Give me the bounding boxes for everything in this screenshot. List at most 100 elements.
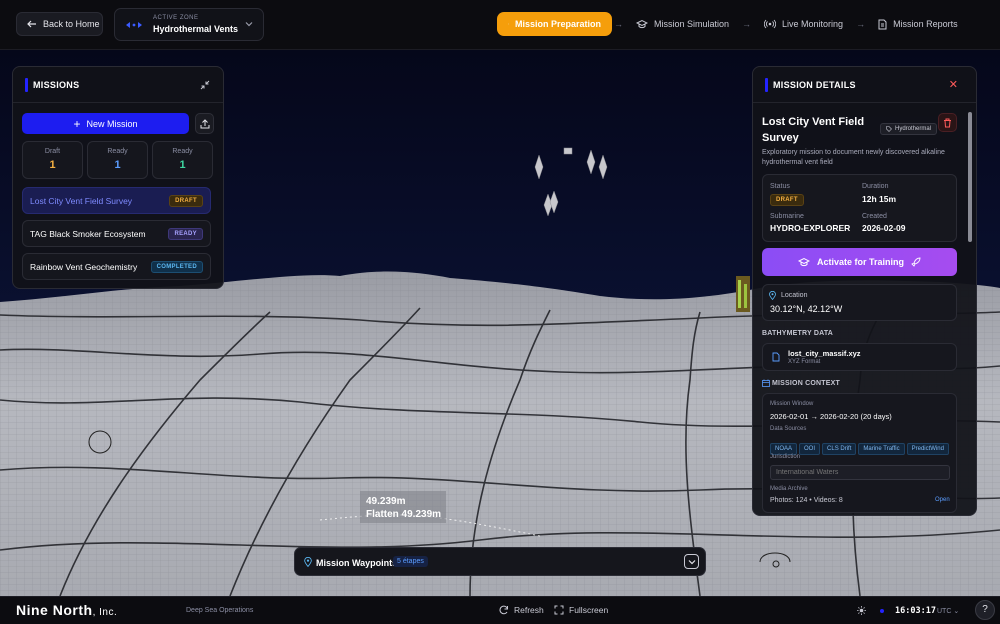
media-value: Photos: 124 • Videos: 8 (770, 497, 843, 504)
delete-mission-button[interactable] (938, 113, 957, 132)
upload-icon (200, 118, 209, 128)
panel-title: MISSIONS (33, 80, 80, 90)
waypoints-count-badge: 5 étapes (393, 556, 428, 567)
source-chip[interactable]: OOI (799, 443, 821, 455)
mission-title: Lost City Vent Field Survey (762, 116, 865, 144)
activate-label: Activate for Training (816, 257, 905, 267)
fullscreen-button[interactable]: Fullscreen (554, 605, 608, 615)
step-mission-simulation[interactable]: Mission Simulation (625, 12, 740, 36)
mission-item-tag-black-smoker[interactable]: TAG Black Smoker Ecosystem READY (22, 220, 211, 247)
help-button[interactable]: ? (975, 600, 995, 620)
fullscreen-icon (554, 605, 564, 615)
top-bar: Back to Home ACTIVE ZONE Hydrothermal Ve… (0, 0, 1000, 50)
collapse-icon[interactable] (200, 80, 210, 90)
duration-value: 12h 15m (862, 194, 897, 204)
graduation-cap-icon (636, 19, 648, 29)
rocket-icon (911, 257, 921, 267)
stat-label: Ready (172, 148, 193, 155)
calendar-icon (762, 379, 770, 387)
status-dot-icon (880, 609, 884, 613)
map-pin-icon (304, 557, 312, 567)
expand-waypoints-button[interactable] (684, 554, 699, 569)
source-chip[interactable]: PredictWind (906, 443, 949, 455)
stat-draft: Draft 1 (22, 141, 83, 179)
step-live-monitoring[interactable]: Live Monitoring (753, 12, 854, 36)
open-media-link[interactable]: Open (935, 497, 950, 503)
new-mission-button[interactable]: + New Mission (22, 113, 189, 134)
step-mission-preparation[interactable]: Mission Preparation (497, 12, 612, 36)
trash-icon (944, 118, 951, 127)
mission-item-rainbow-vent[interactable]: Rainbow Vent Geochemistry COMPLETED (22, 253, 211, 280)
file-name: lost_city_massif.xyz (788, 349, 861, 358)
timezone-label: UTC (937, 608, 952, 615)
back-to-home-button[interactable]: Back to Home (16, 12, 103, 36)
measure-label-2: Flatten 49.239m (366, 509, 441, 520)
jurisdiction-label: Jurisdiction (770, 454, 801, 460)
tag-icon (886, 126, 892, 132)
brand-suffix: , Inc. (92, 607, 118, 618)
step-label: Mission Reports (893, 19, 958, 29)
stat-ready-2: Ready 1 (152, 141, 213, 179)
workflow-steps: Mission Preparation → Mission Simulation… (497, 12, 969, 36)
jurisdiction-input[interactable] (770, 465, 950, 480)
created-label: Created (862, 213, 887, 220)
bottom-bar: Nine North, Inc. Deep Sea Operations Ref… (0, 596, 1000, 624)
new-mission-label: New Mission (86, 118, 138, 129)
duration-label: Duration (862, 183, 889, 190)
status-badge: COMPLETED (150, 260, 203, 273)
status-badge: READY (168, 227, 203, 240)
source-chip[interactable]: CLS Drift (822, 443, 857, 455)
tag-label: Hydrothermal (895, 126, 932, 132)
stat-value: 1 (114, 159, 121, 171)
step-arrow-icon: → (614, 19, 623, 29)
step-label: Mission Simulation (654, 19, 730, 29)
activate-for-training-button[interactable]: Activate for Training (762, 248, 957, 276)
map-pin-icon (769, 291, 776, 300)
submarine-label: Submarine (770, 213, 804, 220)
missions-panel-header: MISSIONS (13, 67, 223, 103)
timezone-selector[interactable]: UTC ⌄ (937, 607, 959, 615)
location-value: 30.12°N, 42.12°W (770, 304, 843, 314)
refresh-button[interactable]: Refresh (499, 605, 544, 615)
location-label: Location (781, 292, 808, 299)
waypoints-label: Mission Waypoints (316, 558, 398, 568)
media-label: Media Archive (770, 486, 808, 492)
step-label: Mission Preparation (514, 19, 601, 29)
stat-label: Draft (44, 148, 61, 155)
close-icon[interactable]: ✕ (949, 78, 958, 91)
stat-label: Ready (107, 148, 128, 155)
active-zone-selector[interactable]: ACTIVE ZONE Hydrothermal Vents (114, 8, 264, 41)
context-section-label: MISSION CONTEXT (772, 380, 840, 387)
mission-name: Rainbow Vent Geochemistry (30, 261, 138, 272)
map-icon (508, 23, 509, 25)
sun-icon[interactable] (857, 606, 866, 615)
sources-label: Data Sources (770, 426, 807, 432)
submarine-value: HYDRO-EXPLORER (770, 223, 851, 233)
accent-bar (765, 78, 768, 92)
fullscreen-label: Fullscreen (569, 605, 609, 615)
radio-icon (764, 19, 777, 29)
status-badge: DRAFT (169, 194, 203, 207)
step-mission-reports[interactable]: Mission Reports (867, 12, 969, 36)
mission-name: TAG Black Smoker Ecosystem (30, 228, 146, 239)
source-chip[interactable]: Marine Traffic (858, 443, 905, 455)
mission-waypoints-bar[interactable]: Mission Waypoints 5 étapes (294, 547, 706, 576)
mission-name: Lost City Vent Field Survey (30, 195, 133, 206)
zone-label: ACTIVE ZONE (153, 15, 199, 21)
arrow-left-icon (27, 20, 36, 28)
panel-title: MISSION DETAILS (773, 80, 856, 90)
details-panel-header: MISSION DETAILS ✕ (753, 67, 976, 103)
document-icon (878, 19, 887, 29)
step-label: Live Monitoring (782, 19, 844, 29)
stat-ready: Ready 1 (87, 141, 148, 179)
brand-subtitle: Deep Sea Operations (186, 607, 254, 614)
refresh-icon (499, 605, 508, 615)
back-label: Back to Home (43, 19, 100, 29)
step-arrow-icon: → (856, 19, 866, 29)
brand-logo: Nine North, Inc. (16, 602, 117, 618)
mission-item-lost-city[interactable]: Lost City Vent Field Survey DRAFT (22, 187, 211, 214)
window-value: 2026-02-01 → 2026-02-20 (20 days) (770, 412, 892, 421)
data-sources-list: NOAA OOI CLS Drift Marine Traffic PredictWin… (770, 437, 951, 455)
scrollbar-thumb[interactable] (968, 112, 972, 242)
export-button[interactable] (195, 113, 214, 134)
